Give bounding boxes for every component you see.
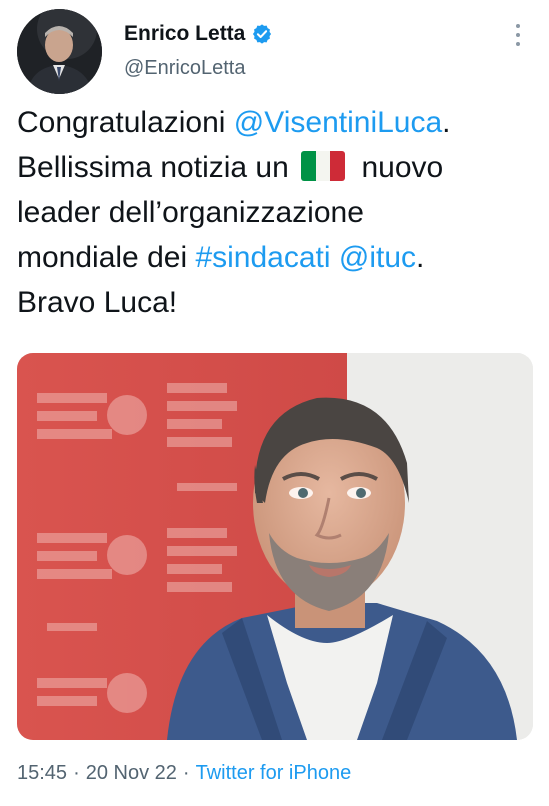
tweet-line-1: Congratulazioni @VisentiniLuca. [17, 100, 537, 145]
tweet-text-segment: Congratulazioni [17, 106, 234, 139]
tweet-text-segment: . [416, 241, 425, 274]
mention-link[interactable]: @ituc [339, 241, 416, 274]
meta-separator: · [73, 762, 80, 784]
author-avatar[interactable] [17, 9, 102, 94]
tweet-line-3: leader dell’organizzazione [17, 190, 537, 235]
author-display-name[interactable]: Enrico Letta [124, 22, 245, 46]
tweet-text-segment: leader dell’organizzazione [17, 196, 364, 229]
tweet-line-4: mondiale dei #sindacati @ituc. [17, 235, 537, 280]
tweet-line-5: Bravo Luca! [17, 280, 537, 325]
author-name-row: Enrico Letta [124, 21, 273, 47]
avatar-photo [17, 9, 102, 94]
tweet-header: Enrico Letta @EnricoLetta [0, 0, 549, 100]
italy-flag-emoji [301, 151, 346, 181]
tweet-media-photo[interactable] [17, 353, 533, 740]
tweet-time[interactable]: 15:45 [17, 762, 67, 785]
meta-separator: · [182, 762, 190, 784]
portrait-photo [17, 353, 533, 740]
tweet-text: Congratulazioni @VisentiniLuca. Bellissi… [17, 100, 537, 325]
more-dot [516, 33, 520, 37]
tweet-text-segment: nuovo [353, 151, 444, 184]
author-handle[interactable]: @EnricoLetta [124, 57, 245, 80]
tweet-text-segment: Bellissima notizia un [17, 151, 298, 184]
tweet-text-segment [331, 241, 339, 274]
tweet-text-segment: mondiale dei [17, 241, 196, 274]
verified-badge-icon [251, 23, 273, 45]
tweet-text-segment: Bravo Luca! [17, 286, 178, 319]
more-dot [516, 24, 520, 28]
tweet-text-segment: . [442, 106, 451, 139]
more-dot [516, 42, 520, 46]
mention-link[interactable]: @VisentiniLuca [234, 106, 442, 139]
tweet-date[interactable]: 20 Nov 22 [86, 762, 177, 785]
more-options-icon[interactable] [508, 22, 528, 48]
tweet-line-2: Bellissima notizia un nuovo [17, 145, 537, 190]
tweet-meta: 15:45 · 20 Nov 22 · Twitter for iPhone [17, 762, 351, 785]
tweet-source-link[interactable]: Twitter for iPhone [196, 762, 352, 785]
hashtag-link[interactable]: #sindacati [195, 241, 330, 274]
